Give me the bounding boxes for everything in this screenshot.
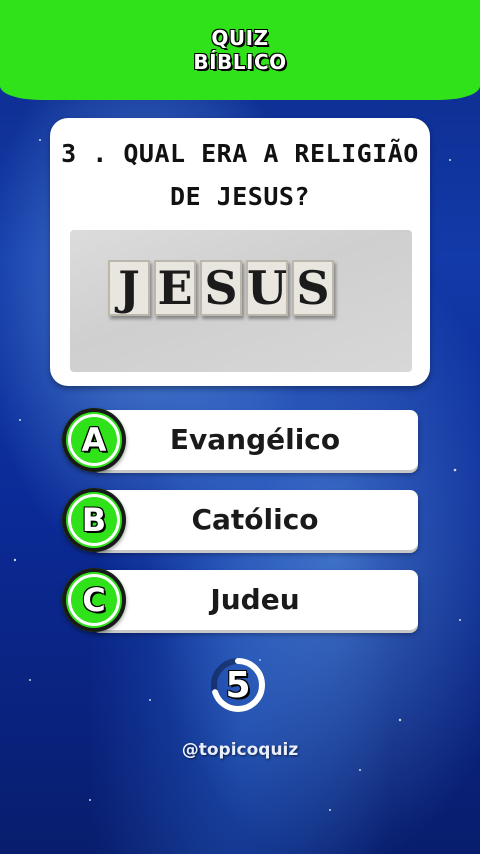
- tile-letter: J: [108, 260, 150, 316]
- tile-letter: E: [154, 260, 196, 316]
- option-a-letter: A: [81, 421, 107, 459]
- timer-value: 5: [225, 665, 251, 706]
- question-text: 3 . QUAL ERA A RELIGIÃO DE JESUS?: [50, 132, 430, 218]
- option-b-text: Católico: [191, 503, 319, 536]
- question-image: J E S U S: [70, 230, 412, 372]
- option-b[interactable]: Católico B: [62, 488, 420, 552]
- tile-letter: S: [292, 260, 334, 316]
- quiz-header: QUIZ BÍBLICO: [0, 0, 480, 100]
- option-a[interactable]: Evangélico A: [62, 408, 420, 472]
- header-title-line1: QUIZ: [211, 26, 269, 50]
- question-line1: 3 . QUAL ERA A RELIGIÃO: [61, 139, 419, 168]
- option-a-text: Evangélico: [169, 423, 341, 456]
- question-card: 3 . QUAL ERA A RELIGIÃO DE JESUS? J E S …: [50, 118, 430, 386]
- option-c[interactable]: Judeu C: [62, 568, 420, 632]
- option-b-letter: B: [81, 501, 107, 539]
- channel-handle: @topicoquiz: [181, 740, 299, 760]
- header-title-line2: BÍBLICO: [193, 50, 287, 74]
- tile-letter: S: [200, 260, 242, 316]
- option-c-letter: C: [82, 581, 106, 619]
- option-c-text: Judeu: [210, 583, 300, 616]
- countdown-timer: 5: [210, 650, 280, 720]
- question-line2: DE JESUS?: [170, 182, 310, 211]
- tile-letter: U: [246, 260, 288, 316]
- jesus-tiles: J E S U S: [108, 260, 334, 316]
